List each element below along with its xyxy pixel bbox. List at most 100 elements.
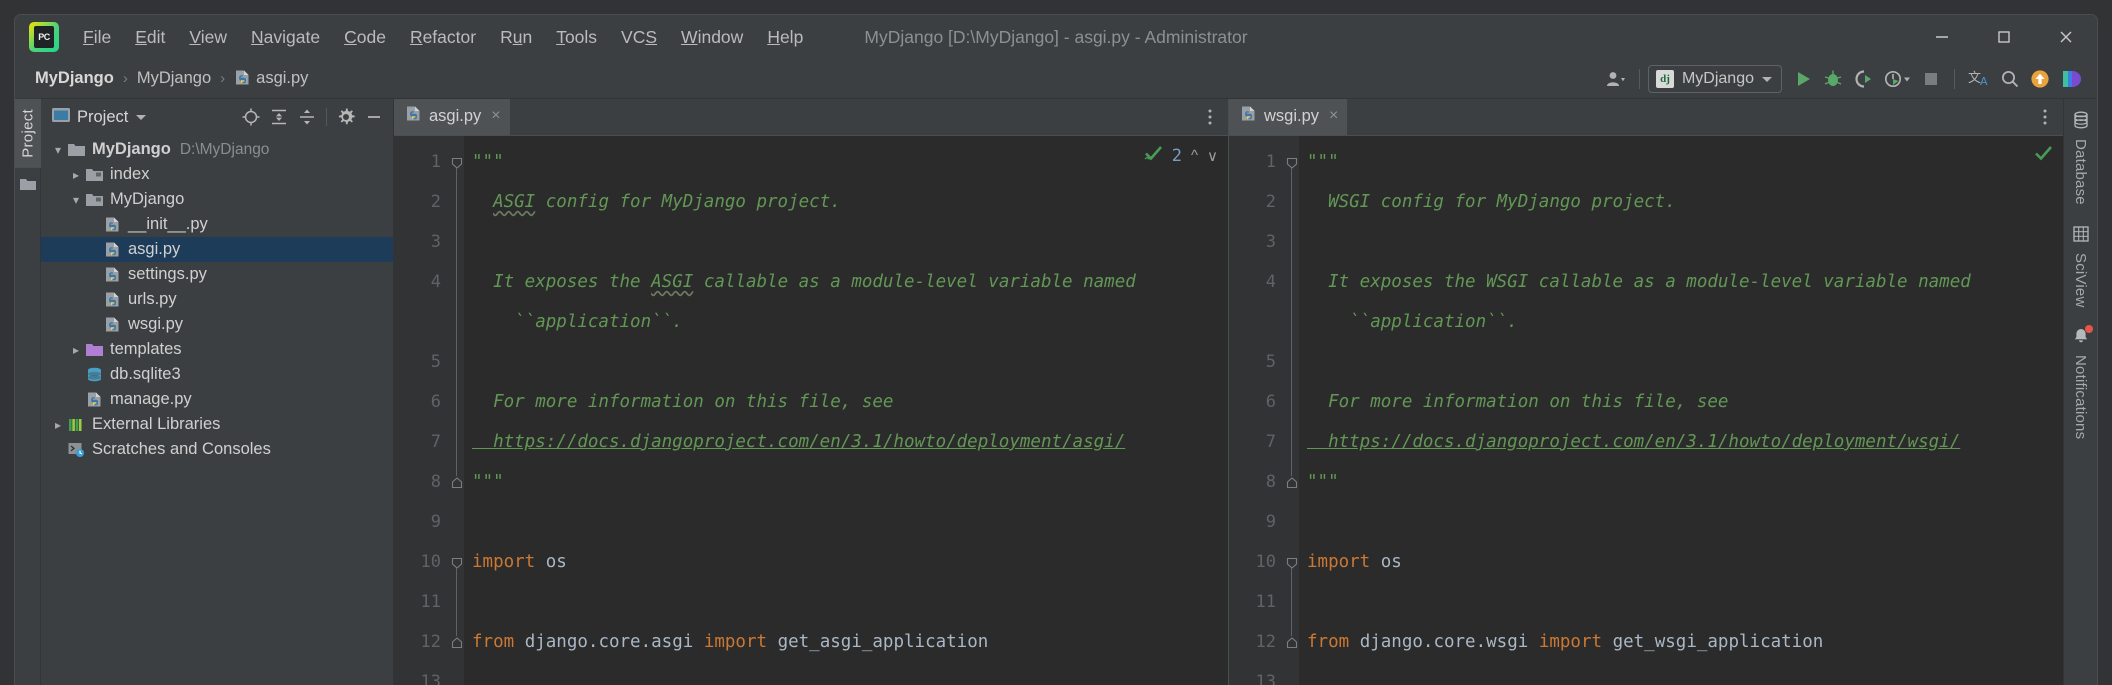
menu-item-view[interactable]: View [177, 23, 239, 52]
tree-node-path: D:\MyDjango [179, 140, 270, 158]
tree-node-label: wsgi.py [128, 315, 184, 334]
fold-collapse-icon[interactable] [1286, 156, 1298, 169]
bell-icon [2072, 325, 2093, 350]
fold-end-icon[interactable] [1286, 636, 1298, 649]
project-toolbar-divider [326, 108, 327, 126]
breadcrumb-label: asgi.py [256, 69, 309, 87]
menu-label: Window [681, 26, 744, 47]
menu-item-help[interactable]: Help [755, 23, 815, 52]
menu-item-window[interactable]: Window [669, 23, 755, 52]
inspection-widget[interactable] [2034, 144, 2053, 167]
code-line: from django.core.asgi import get_asgi_ap… [472, 632, 989, 652]
folder-source-icon [85, 165, 104, 184]
folder-icon[interactable] [19, 176, 37, 197]
tab-asgi-py[interactable]: asgi.py × [394, 99, 510, 135]
code-folding-gutter[interactable] [450, 136, 464, 685]
database-icon [2072, 111, 2090, 134]
menu-label: Navigate [251, 26, 321, 47]
tree-node-templates[interactable]: ▸ templates [41, 337, 393, 362]
menu-item-tools[interactable]: Tools [544, 23, 609, 52]
line-number: 8 [1265, 472, 1276, 492]
tree-node-external-libraries[interactable]: ▸ External Libraries [41, 412, 393, 437]
chevron-right-icon[interactable]: ▸ [67, 168, 85, 182]
code-content[interactable]: """ ASGI config for MyDjango project. It… [464, 136, 1214, 685]
menu-item-vcs[interactable]: VCS [609, 23, 669, 52]
tree-node-scratches-and-consoles[interactable]: Scratches and Consoles [41, 437, 393, 462]
chevron-down-icon[interactable]: ▾ [49, 143, 67, 157]
crosshair-icon[interactable] [238, 104, 264, 130]
editor-tab-bar: asgi.py × [394, 99, 1228, 136]
next-problem-icon[interactable]: ∨ [1207, 147, 1218, 165]
sidebar-item-database[interactable]: Database [2072, 105, 2090, 215]
collapse-all-icon[interactable] [294, 104, 320, 130]
tab-options-button[interactable] [1202, 99, 1228, 135]
menu-item-edit[interactable]: Edit [123, 23, 177, 52]
sidebar-item-project[interactable]: Project [15, 99, 41, 168]
sidebar-item-sciview[interactable]: SciView [2072, 219, 2090, 317]
chevron-down-icon [1762, 76, 1772, 82]
close-icon[interactable]: × [1329, 107, 1338, 125]
tree-node-asgi-py[interactable]: asgi.py [41, 237, 393, 262]
menu-item-run[interactable]: Run [488, 23, 544, 52]
run-coverage-button[interactable] [1848, 64, 1878, 94]
close-icon[interactable]: × [491, 107, 500, 125]
run-configuration-selector[interactable]: dj MyDjango [1647, 65, 1782, 93]
fold-collapse-icon[interactable] [1286, 556, 1298, 569]
fold-end-icon[interactable] [451, 636, 463, 649]
minimize-button[interactable] [1911, 15, 1973, 59]
tree-node-mydjango[interactable]: ▾ MyDjango [41, 187, 393, 212]
fold-collapse-icon[interactable] [451, 556, 463, 569]
fold-end-icon[interactable] [451, 476, 463, 489]
profile-button[interactable] [1878, 64, 1916, 94]
run-button[interactable] [1788, 64, 1818, 94]
chevron-right-icon[interactable]: ▸ [67, 343, 85, 357]
translate-icon[interactable]: 文 A [1963, 64, 1995, 94]
chevron-down-icon[interactable]: ▾ [67, 193, 85, 207]
editor-area[interactable]: 1234567891011121314151617""" ASGI config… [394, 136, 1228, 685]
menu-item-code[interactable]: Code [332, 23, 398, 52]
editor-scrollbar[interactable] [2049, 136, 2063, 685]
tab-options-button[interactable] [2037, 99, 2063, 135]
search-icon[interactable] [1995, 64, 2025, 94]
line-number: 5 [430, 352, 441, 372]
menu-item-navigate[interactable]: Navigate [239, 23, 332, 52]
tree-node-index[interactable]: ▸ index [41, 162, 393, 187]
inspection-widget[interactable]: 2 ^ ∨ [1144, 144, 1218, 167]
previous-problem-icon[interactable]: ^ [1191, 147, 1198, 164]
tree-node-db-sqlite3[interactable]: db.sqlite3 [41, 362, 393, 387]
fold-collapse-icon[interactable] [451, 156, 463, 169]
close-button[interactable] [2035, 15, 2097, 59]
user-account-button[interactable] [1601, 64, 1631, 94]
breadcrumb-item-1[interactable]: MyDjango [135, 69, 213, 88]
sidebar-item-notifications[interactable]: Notifications [2072, 321, 2093, 449]
fold-end-icon[interactable] [1286, 476, 1298, 489]
tree-node-manage-py[interactable]: manage.py [41, 387, 393, 412]
orange-arrow-up-icon[interactable] [2025, 64, 2055, 94]
editor-area[interactable]: 1234567891011121314151617""" WSGI config… [1229, 136, 2063, 685]
menu-item-file[interactable]: File [71, 23, 123, 52]
tree-node--init-py[interactable]: __init__.py [41, 212, 393, 237]
tree-node-wsgi-py[interactable]: wsgi.py [41, 312, 393, 337]
datalore-icon[interactable] [2055, 64, 2087, 94]
code-content[interactable]: """ WSGI config for MyDjango project. It… [1299, 136, 2049, 685]
breadcrumb-item-2[interactable]: asgi.py [232, 69, 310, 88]
menu-item-refactor[interactable]: Refactor [398, 23, 488, 52]
debug-button[interactable] [1818, 64, 1848, 94]
tree-node-urls-py[interactable]: urls.py [41, 287, 393, 312]
expand-all-icon[interactable] [266, 104, 292, 130]
chevron-right-icon[interactable]: ▸ [49, 418, 67, 432]
project-panel-chevron-down-icon[interactable] [136, 114, 147, 120]
breadcrumb-item-0[interactable]: MyDjango [33, 69, 116, 88]
editor-scrollbar[interactable] [1214, 136, 1228, 685]
gear-icon[interactable] [333, 104, 359, 130]
minus-icon[interactable] [361, 104, 387, 130]
stop-button[interactable] [1916, 64, 1946, 94]
pycharm-logo-icon: PC [29, 22, 59, 52]
maximize-button[interactable] [1973, 15, 2035, 59]
tree-node-settings-py[interactable]: settings.py [41, 262, 393, 287]
tree-node-label: manage.py [110, 390, 192, 409]
tree-node-mydjango[interactable]: ▾ MyDjango D:\MyDjango [41, 137, 393, 162]
tab-wsgi-py[interactable]: wsgi.py × [1229, 99, 1348, 135]
python-file-icon [103, 315, 122, 334]
code-folding-gutter[interactable] [1285, 136, 1299, 685]
